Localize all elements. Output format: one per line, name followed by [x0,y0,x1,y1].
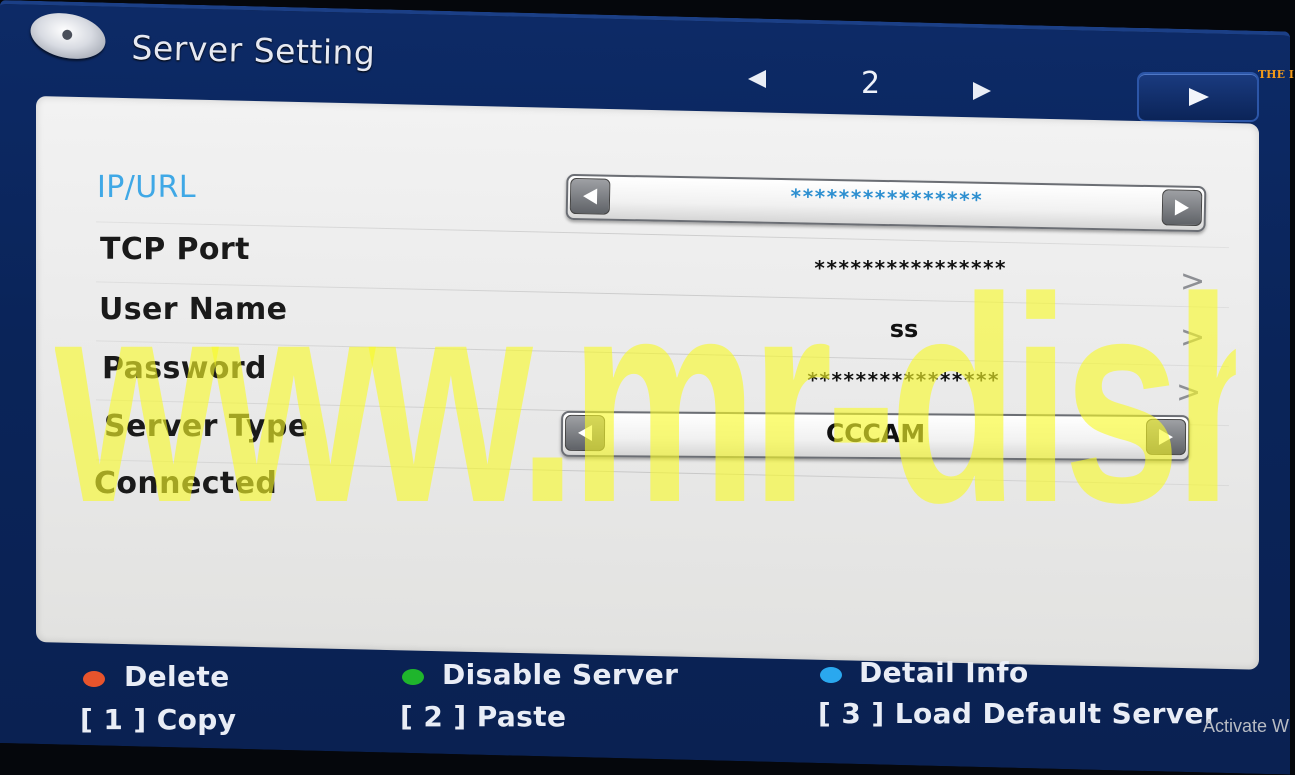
left-arrow-icon [577,424,593,442]
play-icon [1189,88,1209,106]
password-label: Password [102,351,267,386]
blue-key-icon [820,667,842,683]
ip-url-label: IP/URL [97,170,196,205]
server-type-selector[interactable]: CCCAM [560,410,1191,462]
chevron-right-icon: > [1180,264,1206,299]
green-key-icon [402,669,424,685]
server-type-value: CCCAM [825,418,926,449]
ip-url-value: **************** [789,184,983,212]
password-value[interactable]: **************** [753,368,1053,392]
load-default-server-hint[interactable]: [ 3 ] Load Default Server [818,697,1218,730]
channel-logo: THE I [1258,68,1294,81]
right-arrow-icon [1158,428,1174,446]
server-type-label: Server Type [104,409,309,444]
copy-hint[interactable]: [ 1 ] Copy [80,703,236,736]
selector-left-button[interactable] [564,414,606,452]
tcp-port-value[interactable]: **************** [760,256,1060,280]
paste-hint[interactable]: [ 2 ] Paste [400,700,566,733]
user-name-value[interactable]: ss [854,315,954,343]
tcp-port-label: TCP Port [100,232,250,267]
disable-server-hint[interactable]: Disable Server [442,658,678,691]
connected-label: Connected [94,466,278,501]
selector-left-button[interactable] [569,177,611,215]
chevron-right-icon: > [1176,375,1202,410]
next-page-icon[interactable] [973,82,991,100]
next-button[interactable] [1137,72,1259,122]
right-arrow-icon [1174,199,1190,216]
activation-overlay-text: Activate W [1203,716,1290,736]
user-name-label: User Name [99,292,288,327]
detail-info-hint[interactable]: Detail Info [859,656,1029,689]
chevron-right-icon: > [1180,320,1206,355]
page-title: Server Setting [131,28,376,73]
page-number: 2 [861,66,881,101]
selector-right-button[interactable] [1145,418,1187,456]
selector-right-button[interactable] [1161,189,1203,227]
red-key-icon [83,671,105,687]
delete-hint[interactable]: Delete [124,660,230,693]
left-arrow-icon [582,188,598,205]
prev-page-icon[interactable] [748,70,766,88]
